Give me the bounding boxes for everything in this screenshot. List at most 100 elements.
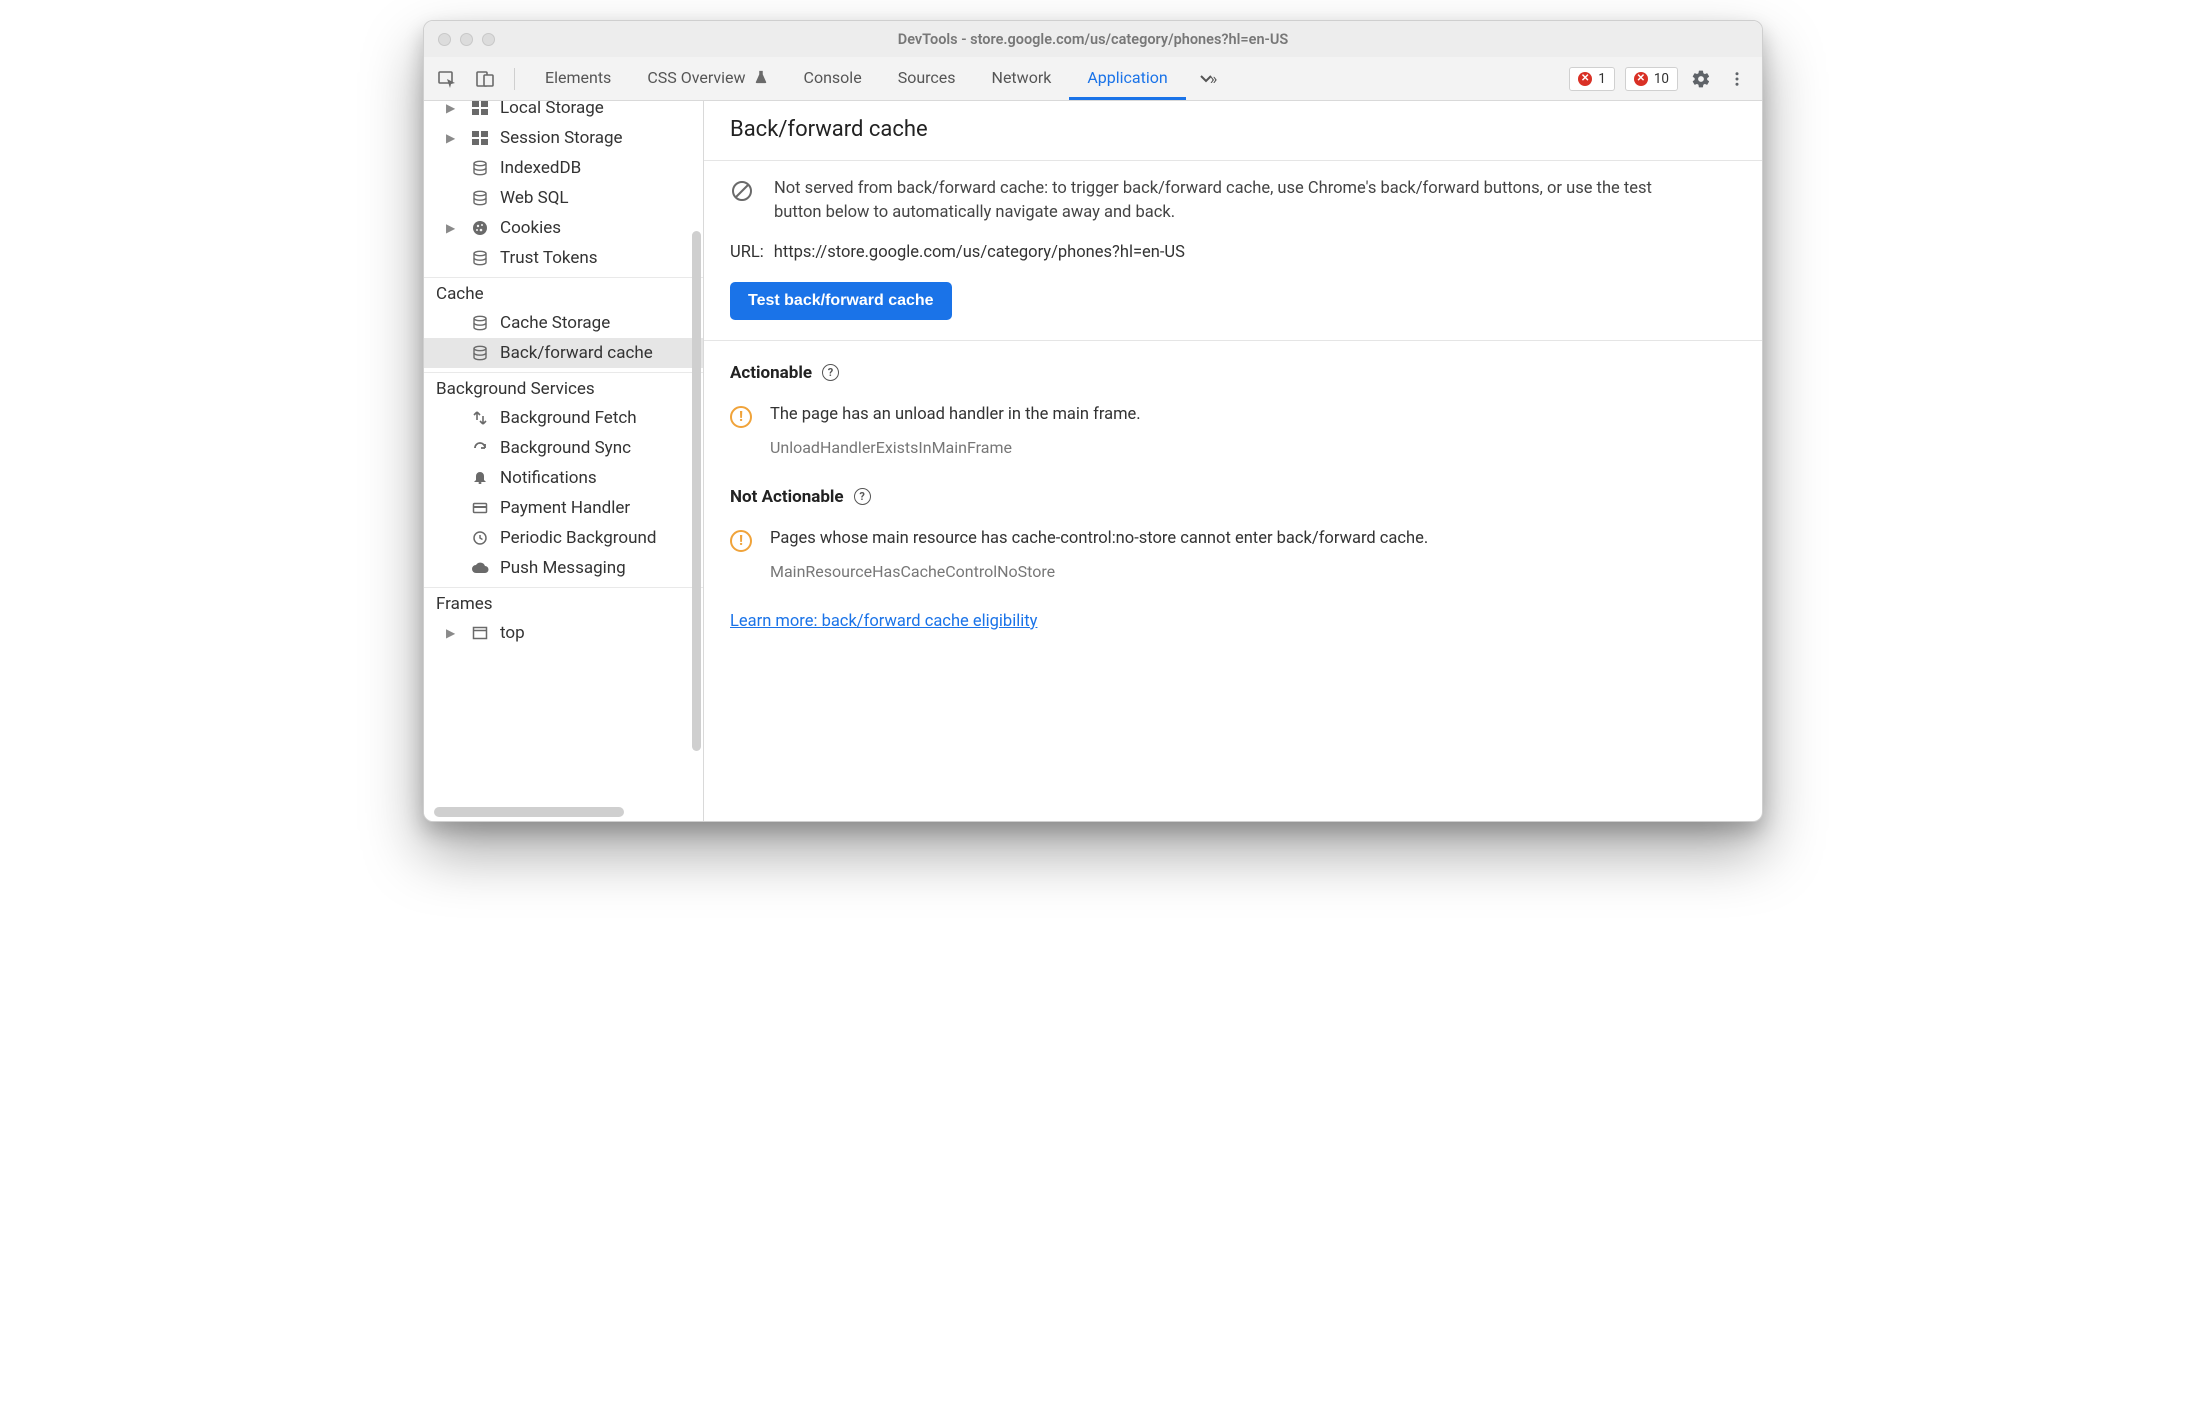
sidebar-item-local-storage[interactable]: ▶ Local Storage bbox=[424, 101, 703, 123]
main-header: Back/forward cache bbox=[704, 101, 1762, 161]
sidebar-item-frame-top[interactable]: ▶ top bbox=[424, 618, 703, 648]
tab-label: Network bbox=[992, 68, 1052, 87]
tab-label: CSS Overview bbox=[647, 68, 745, 87]
sidebar-item-indexeddb[interactable]: ▶ IndexedDB bbox=[424, 153, 703, 183]
actionable-heading: Actionable ? bbox=[730, 363, 1736, 383]
sidebar-item-label: Push Messaging bbox=[500, 558, 626, 578]
tab-sources[interactable]: Sources bbox=[880, 57, 974, 100]
sidebar-item-label: Payment Handler bbox=[500, 498, 630, 518]
page-title: Back/forward cache bbox=[730, 117, 1736, 142]
test-bfcache-button[interactable]: Test back/forward cache bbox=[730, 282, 952, 320]
sidebar-item-periodic-background[interactable]: ▶ Periodic Background bbox=[424, 523, 703, 553]
error-badge-2[interactable]: ✕ 10 bbox=[1625, 67, 1678, 91]
tab-network[interactable]: Network bbox=[974, 57, 1070, 100]
sidebar-item-notifications[interactable]: ▶ Notifications bbox=[424, 463, 703, 493]
bfcache-status-text: Not served from back/forward cache: to t… bbox=[774, 177, 1694, 225]
window-titlebar: DevTools - store.google.com/us/category/… bbox=[424, 21, 1762, 57]
sidebar-item-cookies[interactable]: ▶ Cookies bbox=[424, 213, 703, 243]
devtools-window: DevTools - store.google.com/us/category/… bbox=[423, 20, 1763, 822]
sidebar-item-cache-storage[interactable]: ▶ Cache Storage bbox=[424, 308, 703, 338]
more-tabs-button[interactable]: » bbox=[1186, 57, 1230, 100]
issue-message: The page has an unload handler in the ma… bbox=[770, 405, 1141, 424]
sidebar-item-session-storage[interactable]: ▶ Session Storage bbox=[424, 123, 703, 153]
clock-icon bbox=[470, 530, 490, 546]
tab-label: Console bbox=[804, 68, 862, 87]
sidebar-item-label: Cache Storage bbox=[500, 313, 610, 333]
heading-label: Not Actionable bbox=[730, 487, 844, 507]
database-icon bbox=[470, 315, 490, 331]
minimize-window-button[interactable] bbox=[460, 33, 473, 46]
error-icon: ✕ bbox=[1634, 72, 1648, 86]
not-allowed-icon bbox=[730, 177, 756, 203]
sidebar-item-background-sync[interactable]: ▶ Background Sync bbox=[424, 433, 703, 463]
bfcache-status-strip: Not served from back/forward cache: to t… bbox=[704, 161, 1762, 341]
sidebar-section-background: Background Services bbox=[424, 372, 703, 403]
sidebar-vertical-scrollbar[interactable] bbox=[689, 231, 703, 771]
panel-tabs: Elements CSS Overview Console Sources Ne… bbox=[527, 57, 1186, 100]
database-icon bbox=[470, 250, 490, 266]
tab-elements[interactable]: Elements bbox=[527, 57, 629, 100]
sidebar-section-frames: Frames bbox=[424, 587, 703, 618]
sidebar-item-payment-handler[interactable]: ▶ Payment Handler bbox=[424, 493, 703, 523]
error-badge-1[interactable]: ✕ 1 bbox=[1569, 67, 1615, 91]
database-icon bbox=[470, 190, 490, 206]
close-window-button[interactable] bbox=[438, 33, 451, 46]
sidebar-horizontal-scrollbar[interactable] bbox=[434, 807, 624, 817]
content-area: x ▶ Local Storage ▶ Session Storage bbox=[424, 101, 1762, 821]
toolbar-divider bbox=[514, 68, 515, 90]
issue-message: Pages whose main resource has cache-cont… bbox=[770, 529, 1428, 548]
sidebar-item-label: Periodic Background bbox=[500, 528, 656, 548]
sidebar-item-label: Local Storage bbox=[500, 101, 604, 118]
sidebar-item-label: Background Fetch bbox=[500, 408, 637, 428]
settings-icon[interactable] bbox=[1688, 66, 1714, 92]
sidebar-item-label: Web SQL bbox=[500, 188, 569, 208]
badge-count: 10 bbox=[1654, 71, 1669, 87]
actionable-issue: ! The page has an unload handler in the … bbox=[730, 405, 1736, 457]
sidebar-item-push-messaging[interactable]: ▶ Push Messaging bbox=[424, 553, 703, 583]
warning-icon: ! bbox=[730, 530, 752, 552]
device-toolbar-icon[interactable] bbox=[472, 66, 498, 92]
devtools-toolbar: Elements CSS Overview Console Sources Ne… bbox=[424, 57, 1762, 101]
tab-console[interactable]: Console bbox=[786, 57, 880, 100]
error-icon: ✕ bbox=[1578, 72, 1592, 86]
more-options-icon[interactable] bbox=[1724, 66, 1750, 92]
not-actionable-heading: Not Actionable ? bbox=[730, 487, 1736, 507]
flask-icon bbox=[754, 70, 768, 84]
sync-icon bbox=[470, 440, 490, 456]
application-sidebar: x ▶ Local Storage ▶ Session Storage bbox=[424, 101, 704, 821]
transfer-icon bbox=[470, 410, 490, 426]
inspect-element-icon[interactable] bbox=[434, 66, 460, 92]
tab-css-overview[interactable]: CSS Overview bbox=[629, 57, 785, 100]
sidebar-item-label: Back/forward cache bbox=[500, 343, 653, 363]
cookie-icon bbox=[470, 220, 490, 236]
cloud-icon bbox=[470, 561, 490, 575]
sidebar-item-trust-tokens[interactable]: ▶ Trust Tokens bbox=[424, 243, 703, 273]
url-value: https://store.google.com/us/category/pho… bbox=[774, 243, 1185, 262]
grid-icon bbox=[470, 101, 490, 115]
tab-application[interactable]: Application bbox=[1069, 57, 1185, 100]
help-icon[interactable]: ? bbox=[854, 488, 871, 505]
card-icon bbox=[470, 500, 490, 516]
sidebar-item-label: Cookies bbox=[500, 218, 561, 238]
warning-icon: ! bbox=[730, 406, 752, 428]
frame-icon bbox=[470, 626, 490, 640]
tab-label: Sources bbox=[898, 68, 956, 87]
help-icon[interactable]: ? bbox=[822, 364, 839, 381]
window-title: DevTools - store.google.com/us/category/… bbox=[424, 31, 1762, 48]
issue-code: UnloadHandlerExistsInMainFrame bbox=[770, 438, 1141, 457]
sidebar-item-label: IndexedDB bbox=[500, 158, 581, 178]
sidebar-section-cache: Cache bbox=[424, 277, 703, 308]
sidebar-item-label: Background Sync bbox=[500, 438, 631, 458]
sidebar-item-background-fetch[interactable]: ▶ Background Fetch bbox=[424, 403, 703, 433]
main-panel: Back/forward cache Not served from back/… bbox=[704, 101, 1762, 821]
sidebar-item-bf-cache[interactable]: ▶ Back/forward cache bbox=[424, 338, 703, 368]
zoom-window-button[interactable] bbox=[482, 33, 495, 46]
tab-label: Elements bbox=[545, 68, 611, 87]
tab-label: Application bbox=[1087, 68, 1167, 87]
sidebar-item-label: Trust Tokens bbox=[500, 248, 598, 268]
sidebar-item-websql[interactable]: ▶ Web SQL bbox=[424, 183, 703, 213]
not-actionable-issue: ! Pages whose main resource has cache-co… bbox=[730, 529, 1736, 581]
learn-more-link[interactable]: Learn more: back/forward cache eligibili… bbox=[730, 612, 1037, 631]
heading-label: Actionable bbox=[730, 363, 812, 383]
sidebar-item-label: top bbox=[500, 623, 525, 643]
